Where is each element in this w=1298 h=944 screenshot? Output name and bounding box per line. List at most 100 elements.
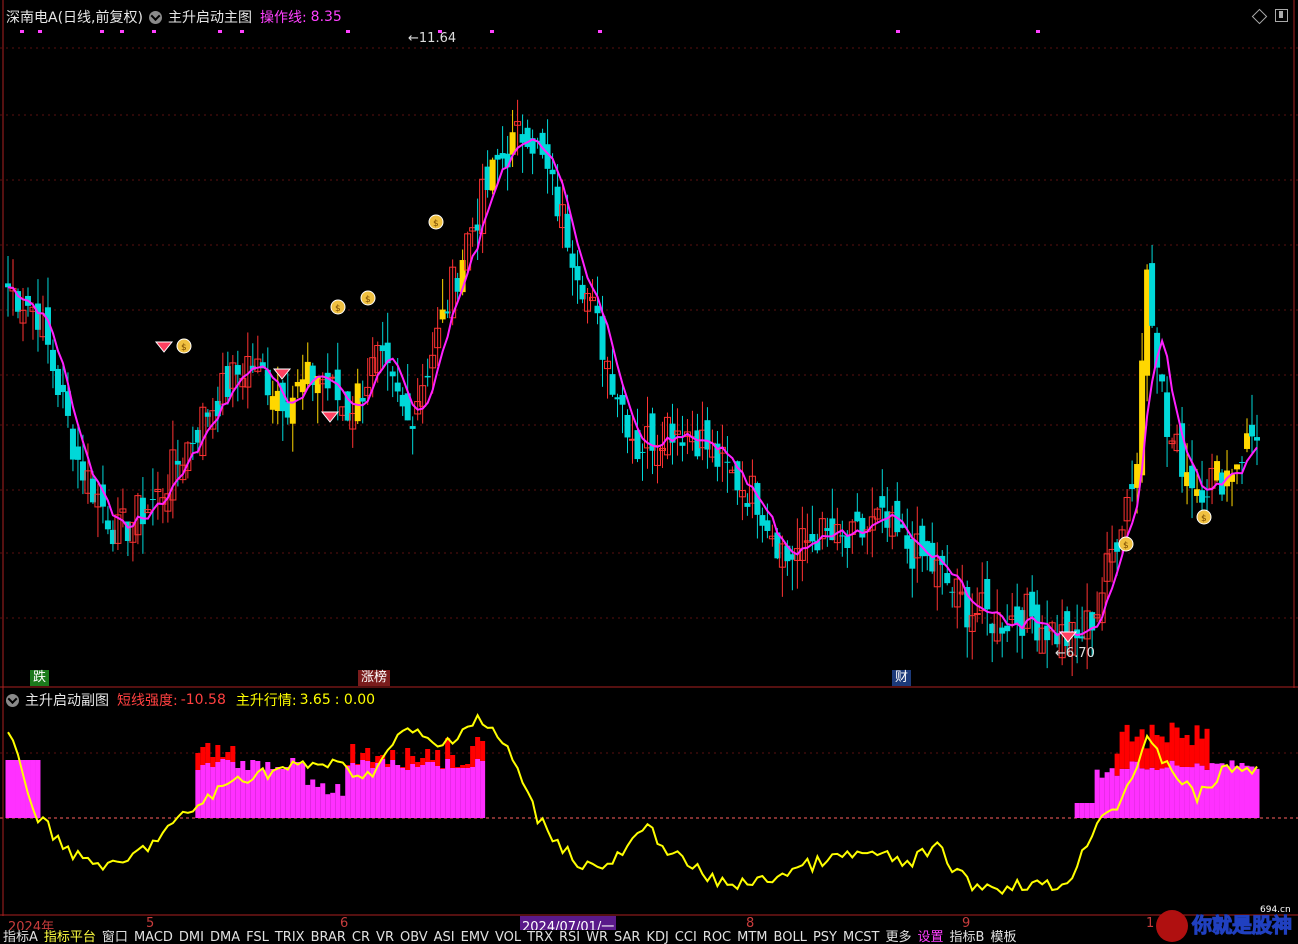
bar-red — [370, 762, 376, 768]
sub-bar — [440, 768, 446, 818]
bar-magenta — [200, 765, 206, 818]
tab-14[interactable]: VOL — [492, 930, 524, 944]
sub-bar — [445, 738, 451, 818]
tab-12[interactable]: ASI — [431, 930, 458, 944]
bag-symbol: $ — [181, 343, 187, 353]
money-bag-icon-1: $ — [330, 299, 346, 315]
tab-0[interactable]: 指标A — [0, 930, 41, 944]
tab-8[interactable]: BRAR — [308, 930, 349, 944]
bar-magenta — [295, 762, 301, 818]
bar-magenta — [1099, 777, 1105, 818]
bar-magenta — [5, 760, 11, 818]
sub-indicator-name[interactable]: 主升启动副图 — [25, 690, 109, 710]
bar-magenta — [1144, 769, 1150, 818]
tab-29[interactable]: 模板 — [987, 930, 1019, 944]
tab-28[interactable]: 指标B — [947, 930, 988, 944]
stock-name[interactable]: 深南电A(日线,前复权) — [6, 7, 143, 27]
bar-red — [440, 768, 446, 769]
tab-16[interactable]: RSI — [556, 930, 583, 944]
bar-magenta — [1209, 763, 1215, 818]
sub-bar — [1254, 768, 1260, 818]
x-label-aug: 8 — [746, 916, 755, 931]
tab-13[interactable]: EMV — [458, 930, 492, 944]
fall-tag[interactable]: 跌 — [30, 670, 50, 686]
candle-body — [764, 520, 771, 531]
tab-22[interactable]: MTM — [734, 930, 770, 944]
candle — [634, 408, 641, 463]
tab-7[interactable]: TRIX — [272, 930, 308, 944]
tab-6[interactable]: FSL — [243, 930, 272, 944]
main-indicator-name[interactable]: 主升启动主图 — [168, 7, 252, 27]
candle — [154, 471, 162, 520]
tab-4[interactable]: DMI — [176, 930, 207, 944]
sub-bar — [265, 762, 271, 818]
diamond-icon[interactable] — [1251, 8, 1268, 25]
tab-5[interactable]: DMA — [207, 930, 243, 944]
sub-bar — [430, 760, 436, 818]
sub-bar — [220, 757, 226, 818]
bar-magenta — [445, 759, 451, 818]
tab-11[interactable]: OBV — [397, 930, 431, 944]
finance-tag[interactable]: 财 — [892, 670, 912, 686]
bar-red — [225, 752, 231, 760]
candle-body — [549, 169, 556, 175]
tab-24[interactable]: PSY — [810, 930, 840, 944]
tab-23[interactable]: BOLL — [771, 930, 810, 944]
sub-indicator-chart[interactable] — [0, 688, 1298, 916]
sub-bar — [1214, 763, 1220, 818]
sub-bar — [1144, 748, 1150, 818]
limit-up-tag[interactable]: 涨榜 — [358, 670, 391, 686]
candle — [1164, 376, 1171, 467]
indicator-dropdown-icon[interactable] — [148, 10, 162, 24]
sub-bar — [245, 770, 251, 818]
sub-bar — [1119, 731, 1125, 818]
bar-red — [400, 767, 406, 768]
tab-26[interactable]: 更多 — [882, 930, 914, 944]
sub-dropdown-icon[interactable] — [6, 693, 19, 707]
tab-3[interactable]: MACD — [131, 930, 176, 944]
bar-magenta — [275, 767, 281, 818]
candle — [704, 407, 711, 469]
tab-17[interactable]: WR — [583, 930, 611, 944]
candle-body — [409, 426, 416, 429]
tab-18[interactable]: SAR — [611, 930, 643, 944]
bar-red — [200, 747, 206, 765]
bar-magenta — [35, 760, 41, 818]
candle-body — [1249, 424, 1256, 437]
bar-magenta — [420, 765, 426, 818]
high-price-label: ←11.64 — [408, 31, 457, 46]
bar-magenta — [475, 759, 481, 818]
tab-1[interactable]: 指标平台 — [41, 930, 99, 944]
sub-bar — [480, 741, 486, 818]
tab-2[interactable]: 窗口 — [99, 930, 131, 944]
tab-10[interactable]: VR — [373, 930, 397, 944]
bar-magenta — [345, 766, 351, 818]
maximize-icon[interactable] — [1275, 9, 1288, 22]
sub-bar — [35, 760, 41, 818]
tab-27[interactable]: 设置 — [915, 930, 947, 944]
sub-bar — [340, 795, 346, 818]
tab-20[interactable]: CCI — [672, 930, 700, 944]
candle-body — [1199, 490, 1206, 503]
sub-bar — [1204, 728, 1210, 818]
tab-15[interactable]: TRX — [524, 930, 556, 944]
tab-21[interactable]: ROC — [700, 930, 734, 944]
sub-bar — [435, 750, 441, 818]
candle-body — [724, 461, 731, 463]
bar-red — [350, 744, 356, 763]
main-price-chart[interactable]: $ $ $ $ $ $ — [0, 0, 1298, 688]
x-label-may: 5 — [146, 916, 155, 931]
candle — [5, 255, 11, 317]
bar-magenta — [440, 769, 446, 818]
money-bag-icon-5: $ — [1196, 509, 1212, 525]
money-bag-icon-2: $ — [360, 290, 376, 306]
sub-bar — [470, 746, 476, 818]
tab-9[interactable]: CR — [349, 930, 373, 944]
tab-19[interactable]: KDJ — [643, 930, 671, 944]
bar-magenta — [1074, 803, 1080, 818]
sub-bar — [370, 762, 376, 818]
sub-bar — [310, 779, 316, 818]
tab-25[interactable]: MCST — [840, 930, 883, 944]
diamond-shape — [154, 341, 174, 353]
bar-magenta — [1164, 767, 1170, 818]
